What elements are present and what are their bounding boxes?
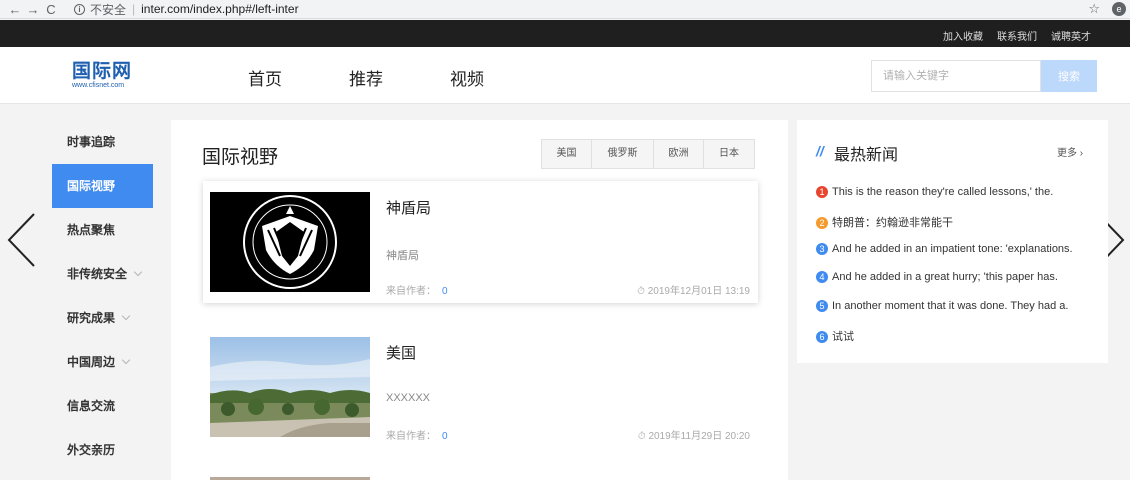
page-title: 国际视野: [202, 147, 279, 168]
hot-news-text[interactable]: And he added in an impatient tone: 'expl…: [832, 243, 1073, 255]
sidebar-item-info-exchange[interactable]: 信息交流: [52, 384, 153, 428]
sidebar-item-label: 研究成果: [67, 311, 116, 325]
sidebar-item-current-affairs[interactable]: 时事追踪: [52, 120, 153, 164]
hot-news-text[interactable]: 试试: [832, 331, 854, 343]
tab-japan[interactable]: 日本: [704, 140, 754, 168]
rank-badge: 4: [816, 271, 828, 283]
site-header: 国际网 www.cfisnet.com 首页 推荐 视频 搜索: [0, 47, 1130, 104]
logo-url: www.cfisnet.com: [72, 82, 125, 89]
hot-news-item[interactable]: 1 This is the reason they're called lesso…: [816, 186, 1053, 198]
careers-link[interactable]: 诚聘英才: [1051, 28, 1091, 43]
article-title[interactable]: 美国: [386, 342, 416, 363]
sidebar-item-hot-focus[interactable]: 热点聚焦: [52, 208, 153, 252]
contact-us-link[interactable]: 联系我们: [997, 28, 1037, 43]
article-title[interactable]: 神盾局: [386, 197, 431, 218]
article-summary: XXXXXX: [386, 392, 431, 404]
sidebar-item-label: 外交亲历: [67, 443, 116, 457]
hot-news-item[interactable]: 2 特朗普：约翰逊非常能干: [816, 214, 953, 230]
landscape-photo: [210, 337, 370, 437]
article-panel: 国际视野 美国 俄罗斯 欧洲 日本 神盾局 神盾局 来自作者： 0 ⏱ 2019年…: [171, 120, 788, 480]
forward-arrow-icon[interactable]: →: [24, 2, 42, 17]
sidebar-item-label: 信息交流: [67, 399, 116, 413]
article-card[interactable]: 神盾局 神盾局 来自作者： 0 ⏱ 2019年12月01日 13:19: [203, 181, 758, 303]
add-favorite-link[interactable]: 加入收藏: [943, 28, 983, 43]
address-divider: |: [132, 2, 136, 16]
top-utility-bar: 加入收藏 联系我们 诚聘英才: [0, 20, 1130, 47]
sidebar-item-china-periphery[interactable]: 中国周边: [52, 340, 153, 384]
article-date: ⏱ 2019年12月01日 13:19: [637, 286, 750, 297]
profile-icon[interactable]: e: [1112, 2, 1126, 16]
rank-badge: 1: [816, 186, 828, 198]
nav-recommend[interactable]: 推荐: [349, 65, 383, 90]
section-mark-icon: //: [816, 143, 824, 159]
sidebar-item-label: 中国周边: [67, 355, 116, 369]
hot-news-text[interactable]: In another moment that it was done. They…: [832, 300, 1068, 312]
hot-news-text[interactable]: And he added in a great hurry; 'this pap…: [832, 271, 1058, 283]
rank-badge: 6: [816, 331, 828, 343]
back-arrow-icon[interactable]: ←: [6, 2, 24, 17]
rank-badge: 5: [816, 300, 828, 312]
chevron-down-icon: [133, 267, 143, 277]
hot-news-item[interactable]: 6 试试: [816, 328, 854, 344]
article-thumbnail[interactable]: [210, 337, 370, 437]
security-label: 不安全: [90, 2, 127, 17]
sidebar-item-non-traditional-security[interactable]: 非传统安全: [52, 252, 153, 296]
hot-news-panel: // 最热新闻 更多 › 1 This is the reason they're…: [797, 120, 1108, 363]
author-count[interactable]: 0: [442, 286, 448, 297]
rank-badge: 3: [816, 243, 828, 255]
sidebar-item-research[interactable]: 研究成果: [52, 296, 153, 340]
article-thumbnail[interactable]: [210, 192, 370, 292]
nav-home[interactable]: 首页: [248, 65, 282, 90]
hot-news-title: 最热新闻: [834, 147, 899, 164]
url-text[interactable]: inter.com/index.php#/left-inter: [141, 2, 298, 16]
sidebar-item-label: 非传统安全: [67, 267, 128, 281]
logo-text: 国际网: [72, 60, 133, 82]
article-card[interactable]: 美国 XXXXXX 来自作者： 0 ⏱ 2019年11月29日 20:20: [203, 326, 758, 448]
hot-news-text[interactable]: This is the reason they're called lesson…: [832, 186, 1053, 198]
site-logo[interactable]: 国际网 www.cfisnet.com: [72, 61, 144, 93]
chevron-left-icon[interactable]: [6, 212, 38, 268]
chevron-down-icon: [121, 311, 131, 321]
author-count[interactable]: 0: [442, 431, 448, 442]
article-summary: 神盾局: [386, 250, 419, 262]
tab-usa[interactable]: 美国: [542, 140, 592, 168]
article-date: ⏱ 2019年11月29日 20:20: [637, 431, 750, 442]
info-icon[interactable]: i: [74, 3, 85, 15]
hot-news-item[interactable]: 5 In another moment that it was done. The…: [816, 300, 1068, 312]
sidebar-item-label: 热点聚焦: [67, 223, 116, 237]
more-link[interactable]: 更多 ›: [1057, 144, 1083, 159]
shield-emblem-icon: [243, 195, 337, 289]
sidebar-item-diplomatic[interactable]: 外交亲历: [52, 428, 153, 472]
address-bar[interactable]: i 不安全 | inter.com/index.php#/left-inter: [74, 1, 299, 18]
sidebar-item-label: 国际视野: [67, 179, 116, 193]
region-tabs: 美国 俄罗斯 欧洲 日本: [541, 139, 755, 169]
tab-europe[interactable]: 欧洲: [654, 140, 704, 168]
hot-news-item[interactable]: 4 And he added in a great hurry; 'this pa…: [816, 271, 1058, 283]
nav-video[interactable]: 视频: [450, 65, 484, 90]
search-input[interactable]: [871, 60, 1041, 92]
author-label: 来自作者：: [386, 431, 436, 442]
author-label: 来自作者：: [386, 286, 436, 297]
article-author: 来自作者： 0: [386, 282, 448, 297]
sidebar-item-international-vision[interactable]: 国际视野: [52, 164, 153, 208]
browser-toolbar: ← → C i 不安全 | inter.com/index.php#/left-…: [0, 0, 1130, 19]
sidebar-item-label: 时事追踪: [67, 135, 116, 149]
hot-news-item[interactable]: 3 And he added in an impatient tone: 'exp…: [816, 243, 1073, 255]
search-button[interactable]: 搜索: [1041, 60, 1097, 92]
rank-badge: 2: [816, 217, 828, 229]
bookmark-star-icon[interactable]: ☆: [1088, 1, 1100, 17]
tab-russia[interactable]: 俄罗斯: [592, 140, 654, 168]
reload-icon[interactable]: C: [42, 2, 60, 17]
hot-news-text[interactable]: 特朗普：约翰逊非常能干: [832, 217, 953, 229]
article-author: 来自作者： 0: [386, 427, 448, 442]
chevron-down-icon: [121, 355, 131, 365]
